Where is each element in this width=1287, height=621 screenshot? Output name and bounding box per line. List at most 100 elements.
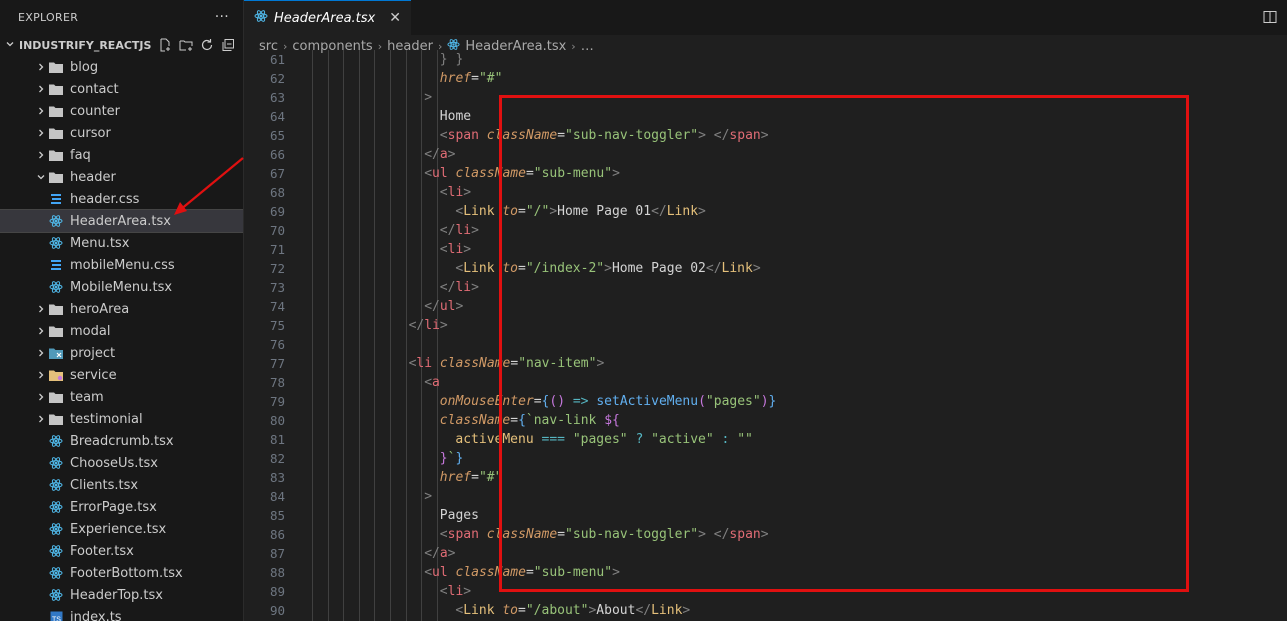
code-text: Home xyxy=(440,107,471,126)
line-number: 77 xyxy=(269,356,285,371)
code-line[interactable]: 61} } xyxy=(244,50,1287,69)
react-icon xyxy=(48,456,64,470)
code-text: href="#" xyxy=(440,468,503,487)
tree-item[interactable]: blog xyxy=(0,56,243,78)
code-token: < xyxy=(439,128,448,143)
tree-item-label: Breadcrumb.tsx xyxy=(70,433,174,449)
folder-icon xyxy=(48,324,64,338)
code-token: = xyxy=(471,71,479,86)
code-text: > xyxy=(424,487,432,506)
close-icon[interactable]: ✕ xyxy=(389,10,401,26)
code-token: span xyxy=(447,128,479,143)
chevron-right-icon xyxy=(34,326,48,336)
highlight-box xyxy=(499,95,1189,592)
split-editor-icon[interactable] xyxy=(1263,9,1277,23)
new-folder-icon[interactable] xyxy=(179,38,193,52)
react-icon xyxy=(48,522,64,536)
code-token: Link xyxy=(463,603,495,618)
line-number: 86 xyxy=(269,527,285,542)
tree-item[interactable]: MobileMenu.tsx xyxy=(0,276,243,298)
tree-item[interactable]: Menu.tsx xyxy=(0,232,243,254)
code-text: </li> xyxy=(440,278,479,297)
tree-item[interactable]: modal xyxy=(0,320,243,342)
line-number: 82 xyxy=(269,451,285,466)
tree-item-label: service xyxy=(70,367,117,383)
code-token: href xyxy=(439,71,472,86)
tree-item[interactable]: Footer.tsx xyxy=(0,540,243,562)
tree-item[interactable]: project xyxy=(0,342,243,364)
code-text: <Link to="/about">About</Link> xyxy=(455,601,690,620)
code-token: </ xyxy=(635,603,652,618)
tree-item-label: HeaderArea.tsx xyxy=(70,213,171,229)
code-token: > xyxy=(424,489,433,504)
code-token: > xyxy=(439,318,448,333)
tree-item[interactable]: team xyxy=(0,386,243,408)
line-number: 73 xyxy=(269,280,285,295)
tree-item-label: header.css xyxy=(70,191,140,207)
tab-headerarea[interactable]: HeaderArea.tsx ✕ xyxy=(244,0,411,35)
tree-item[interactable]: ChooseUs.tsx xyxy=(0,452,243,474)
tree-item[interactable]: Clients.tsx xyxy=(0,474,243,496)
tree-item[interactable]: contact xyxy=(0,78,243,100)
line-number: 62 xyxy=(269,71,285,86)
refresh-icon[interactable] xyxy=(200,38,214,52)
code-token: > xyxy=(471,280,479,295)
code-token: } xyxy=(439,451,448,466)
code-token: < xyxy=(439,242,448,257)
react-icon xyxy=(48,500,64,514)
folder-icon xyxy=(48,346,64,360)
collapse-all-icon[interactable] xyxy=(221,38,235,52)
code-line[interactable]: 62 href="#" xyxy=(244,69,1287,88)
more-actions-icon[interactable]: ··· xyxy=(215,9,229,25)
folder-icon xyxy=(48,60,64,74)
folder-icon xyxy=(48,104,64,118)
code-text: href="#" xyxy=(440,69,503,88)
project-actions xyxy=(158,38,243,52)
tree-item[interactable]: TS index.ts xyxy=(0,606,243,621)
code-token: li xyxy=(447,242,464,257)
chevron-down-icon xyxy=(34,172,48,182)
new-file-icon[interactable] xyxy=(158,38,172,52)
code-token: < xyxy=(439,527,448,542)
code-token: href xyxy=(439,470,472,485)
tree-item-label: modal xyxy=(70,323,111,339)
code-token: ul xyxy=(432,565,448,580)
tree-item-label: Clients.tsx xyxy=(70,477,139,493)
folder-icon xyxy=(48,148,64,162)
file-tree: blog contact counter cursor faq header header.… xyxy=(0,56,243,621)
code-token: li xyxy=(447,584,464,599)
annotation-arrow xyxy=(174,157,244,215)
line-number: 74 xyxy=(269,299,285,314)
tree-item[interactable]: testimonial xyxy=(0,408,243,430)
tree-item[interactable]: counter xyxy=(0,100,243,122)
explorer-sidebar: EXPLORER ··· INDUSTRIFY_REACTJS blog cont… xyxy=(0,0,244,621)
code-line[interactable]: 90 <Link to="/about">About</Link> xyxy=(244,601,1287,620)
tree-item[interactable]: FooterBottom.tsx xyxy=(0,562,243,584)
tree-item[interactable]: mobileMenu.css xyxy=(0,254,243,276)
code-token: a xyxy=(439,546,448,561)
svg-text:TS: TS xyxy=(52,616,61,621)
tree-item[interactable]: Breadcrumb.tsx xyxy=(0,430,243,452)
line-number: 81 xyxy=(269,432,285,447)
folder-icon xyxy=(48,126,64,140)
tree-item[interactable]: ErrorPage.tsx xyxy=(0,496,243,518)
code-text: </li> xyxy=(409,316,448,335)
tree-item-label: index.ts xyxy=(70,609,122,621)
react-icon xyxy=(48,478,64,492)
tree-item[interactable]: Experience.tsx xyxy=(0,518,243,540)
project-root[interactable]: INDUSTRIFY_REACTJS xyxy=(0,34,243,56)
line-number: 75 xyxy=(269,318,285,333)
code-token: > xyxy=(424,90,433,105)
react-icon xyxy=(48,588,64,602)
line-number: 90 xyxy=(269,603,285,618)
tree-item[interactable]: HeaderTop.tsx xyxy=(0,584,243,606)
tree-item[interactable]: cursor xyxy=(0,122,243,144)
code-token: = xyxy=(518,603,526,618)
tree-item[interactable]: service xyxy=(0,364,243,386)
explorer-header: EXPLORER ··· xyxy=(0,0,243,34)
tree-item[interactable]: heroArea xyxy=(0,298,243,320)
code-text: </a> xyxy=(424,145,455,164)
chevron-right-icon xyxy=(34,414,48,424)
